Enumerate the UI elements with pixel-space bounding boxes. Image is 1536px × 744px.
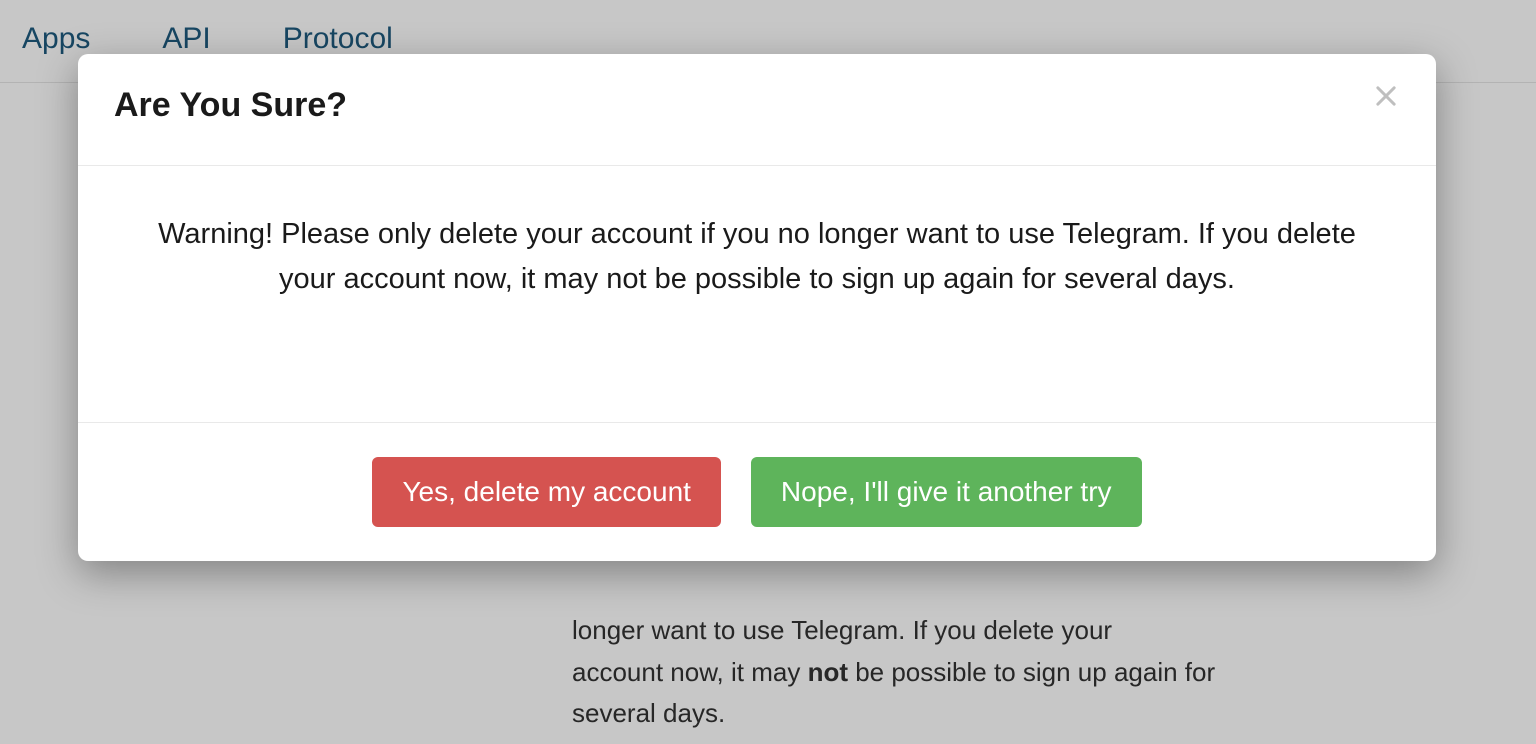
modal-footer: Yes, delete my account Nope, I'll give i… (78, 422, 1436, 561)
cancel-delete-button[interactable]: Nope, I'll give it another try (751, 457, 1142, 527)
modal-body: Warning! Please only delete your account… (78, 166, 1436, 422)
close-icon (1372, 82, 1400, 113)
confirm-delete-modal: Are You Sure? Warning! Please only delet… (78, 54, 1436, 561)
modal-warning-text: Warning! Please only delete your account… (138, 212, 1376, 302)
modal-title: Are You Sure? (114, 86, 347, 125)
modal-header: Are You Sure? (78, 54, 1436, 166)
close-button[interactable] (1372, 82, 1400, 113)
confirm-delete-button[interactable]: Yes, delete my account (372, 457, 720, 527)
